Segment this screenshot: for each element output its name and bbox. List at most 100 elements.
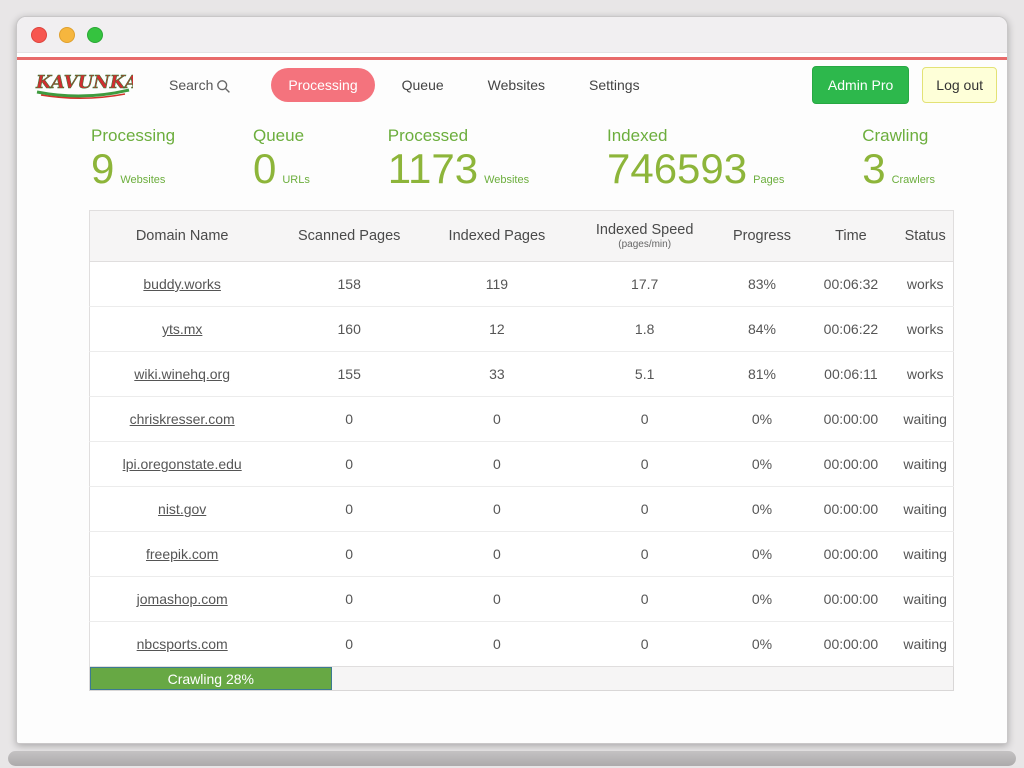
scanned-cell: 155 [274, 351, 425, 397]
progress-cell: 0% [719, 486, 805, 532]
stat-value: 746593 [606, 145, 748, 192]
header-time: Time [804, 210, 898, 262]
stat-queue: Queue 0 URLs [253, 126, 310, 190]
crawl-progress-bar: Crawling 28% [89, 667, 954, 691]
nav-item-websites[interactable]: Websites [471, 68, 562, 102]
stat-unit: Crawlers [891, 174, 935, 186]
time-cell: 00:06:22 [804, 306, 898, 352]
indexed-cell: 0 [424, 576, 570, 622]
speed-cell: 0 [569, 486, 720, 532]
crawl-progress-label: Crawling 28% [167, 670, 254, 687]
table-header-row: Domain Name Scanned Pages Indexed Pages … [89, 210, 954, 262]
stat-value: 9 [91, 145, 115, 192]
domain-cell: wiki.winehq.org [89, 351, 275, 397]
time-cell: 00:00:00 [804, 576, 898, 622]
indexed-cell: 0 [424, 441, 570, 487]
domain-link[interactable]: chriskresser.com [130, 411, 235, 427]
nav-item-settings[interactable]: Settings [572, 68, 657, 102]
domain-cell: jomashop.com [89, 576, 275, 622]
table-body: buddy.works 158 119 17.7 83% 00:06:32 works yts… [89, 261, 954, 667]
status-cell: waiting [897, 396, 954, 442]
speed-cell: 5.1 [569, 351, 720, 397]
navbar-actions: Admin Pro Log out [811, 66, 997, 104]
table-row: freepik.com 0 0 0 0% 00:00:00 waiting [89, 531, 954, 577]
domain-link[interactable]: nist.gov [158, 501, 206, 517]
logout-button[interactable]: Log out [922, 67, 997, 103]
admin-pro-button[interactable]: Admin Pro [811, 66, 910, 104]
domain-link[interactable]: nbcsports.com [137, 636, 228, 652]
table-row: chriskresser.com 0 0 0 0% 00:00:00 waiting [89, 396, 954, 442]
time-cell: 00:00:00 [804, 441, 898, 487]
domain-link[interactable]: buddy.works [143, 276, 221, 292]
speed-cell: 0 [569, 576, 720, 622]
nav-items: Processing Queue Websites Settings [271, 68, 656, 102]
progress-cell: 83% [719, 261, 805, 307]
indexed-cell: 33 [424, 351, 570, 397]
domain-link[interactable]: jomashop.com [137, 591, 228, 607]
progress-cell: 0% [719, 396, 805, 442]
indexed-cell: 0 [424, 396, 570, 442]
scanned-cell: 0 [274, 576, 425, 622]
header-progress: Progress [719, 210, 805, 262]
stat-crawling: Crawling 3 Crawlers [862, 126, 935, 190]
status-cell: works [897, 351, 954, 397]
speed-cell: 1.8 [569, 306, 720, 352]
crawl-progress-fill: Crawling 28% [90, 667, 332, 690]
horizontal-scrollbar[interactable] [8, 751, 1016, 766]
progress-cell: 0% [719, 576, 805, 622]
status-cell: waiting [897, 531, 954, 577]
domain-cell: freepik.com [89, 531, 275, 577]
stats-row: Processing 9 Websites Queue 0 URLs Processed 11… [91, 126, 935, 190]
stat-label: Queue [252, 126, 305, 145]
header-status: Status [897, 210, 954, 262]
domain-link[interactable]: yts.mx [162, 321, 202, 337]
stat-unit: URLs [282, 174, 310, 186]
search-label: Search [169, 77, 214, 93]
domain-cell: buddy.works [89, 261, 275, 307]
stat-label: Crawling [862, 126, 929, 145]
scanned-cell: 160 [274, 306, 425, 352]
status-cell: works [897, 261, 954, 307]
domain-link[interactable]: freepik.com [146, 546, 218, 562]
table-row: nist.gov 0 0 0 0% 00:00:00 waiting [89, 486, 954, 532]
scanned-cell: 0 [274, 441, 425, 487]
stat-indexed: Indexed 746593 Pages [607, 126, 784, 190]
scanned-cell: 158 [274, 261, 425, 307]
nav-item-processing[interactable]: Processing [271, 68, 375, 102]
time-cell: 00:06:11 [804, 351, 898, 397]
domain-link[interactable]: lpi.oregonstate.edu [123, 456, 242, 472]
time-cell: 00:00:00 [804, 486, 898, 532]
navbar: KAVUNKA Search Processing Queue Websites Se… [17, 60, 1007, 110]
close-button[interactable] [31, 26, 47, 43]
status-cell: works [897, 306, 954, 352]
time-cell: 00:06:32 [804, 261, 898, 307]
maximize-button[interactable] [87, 26, 103, 43]
header-domain: Domain Name [89, 210, 275, 262]
time-cell: 00:00:00 [804, 396, 898, 442]
header-indexed: Indexed Pages [424, 210, 570, 262]
table-row: yts.mx 160 12 1.8 84% 00:06:22 works [89, 306, 954, 352]
table-row: nbcsports.com 0 0 0 0% 00:00:00 waiting [89, 621, 954, 667]
stat-processing: Processing 9 Websites [91, 126, 175, 190]
progress-cell: 0% [719, 441, 805, 487]
nav-item-queue[interactable]: Queue [385, 68, 461, 102]
progress-cell: 84% [719, 306, 805, 352]
header-speed-label: Indexed Speed [595, 222, 694, 238]
speed-cell: 0 [569, 621, 720, 667]
status-cell: waiting [897, 441, 954, 487]
window-titlebar [17, 17, 1007, 53]
indexed-cell: 0 [424, 531, 570, 577]
svg-text:KAVUNKA: KAVUNKA [35, 72, 133, 93]
scanned-cell: 0 [274, 396, 425, 442]
time-cell: 00:00:00 [804, 621, 898, 667]
table-row: jomashop.com 0 0 0 0% 00:00:00 waiting [89, 576, 954, 622]
stat-unit: Websites [484, 174, 530, 186]
table-row: wiki.winehq.org 155 33 5.1 81% 00:06:11 works [89, 351, 954, 397]
search-control[interactable]: Search [169, 77, 231, 94]
status-cell: waiting [897, 576, 954, 622]
indexed-cell: 0 [424, 486, 570, 532]
minimize-button[interactable] [59, 26, 75, 43]
stat-unit: Websites [120, 174, 166, 186]
speed-cell: 17.7 [569, 261, 720, 307]
domain-link[interactable]: wiki.winehq.org [134, 366, 230, 382]
